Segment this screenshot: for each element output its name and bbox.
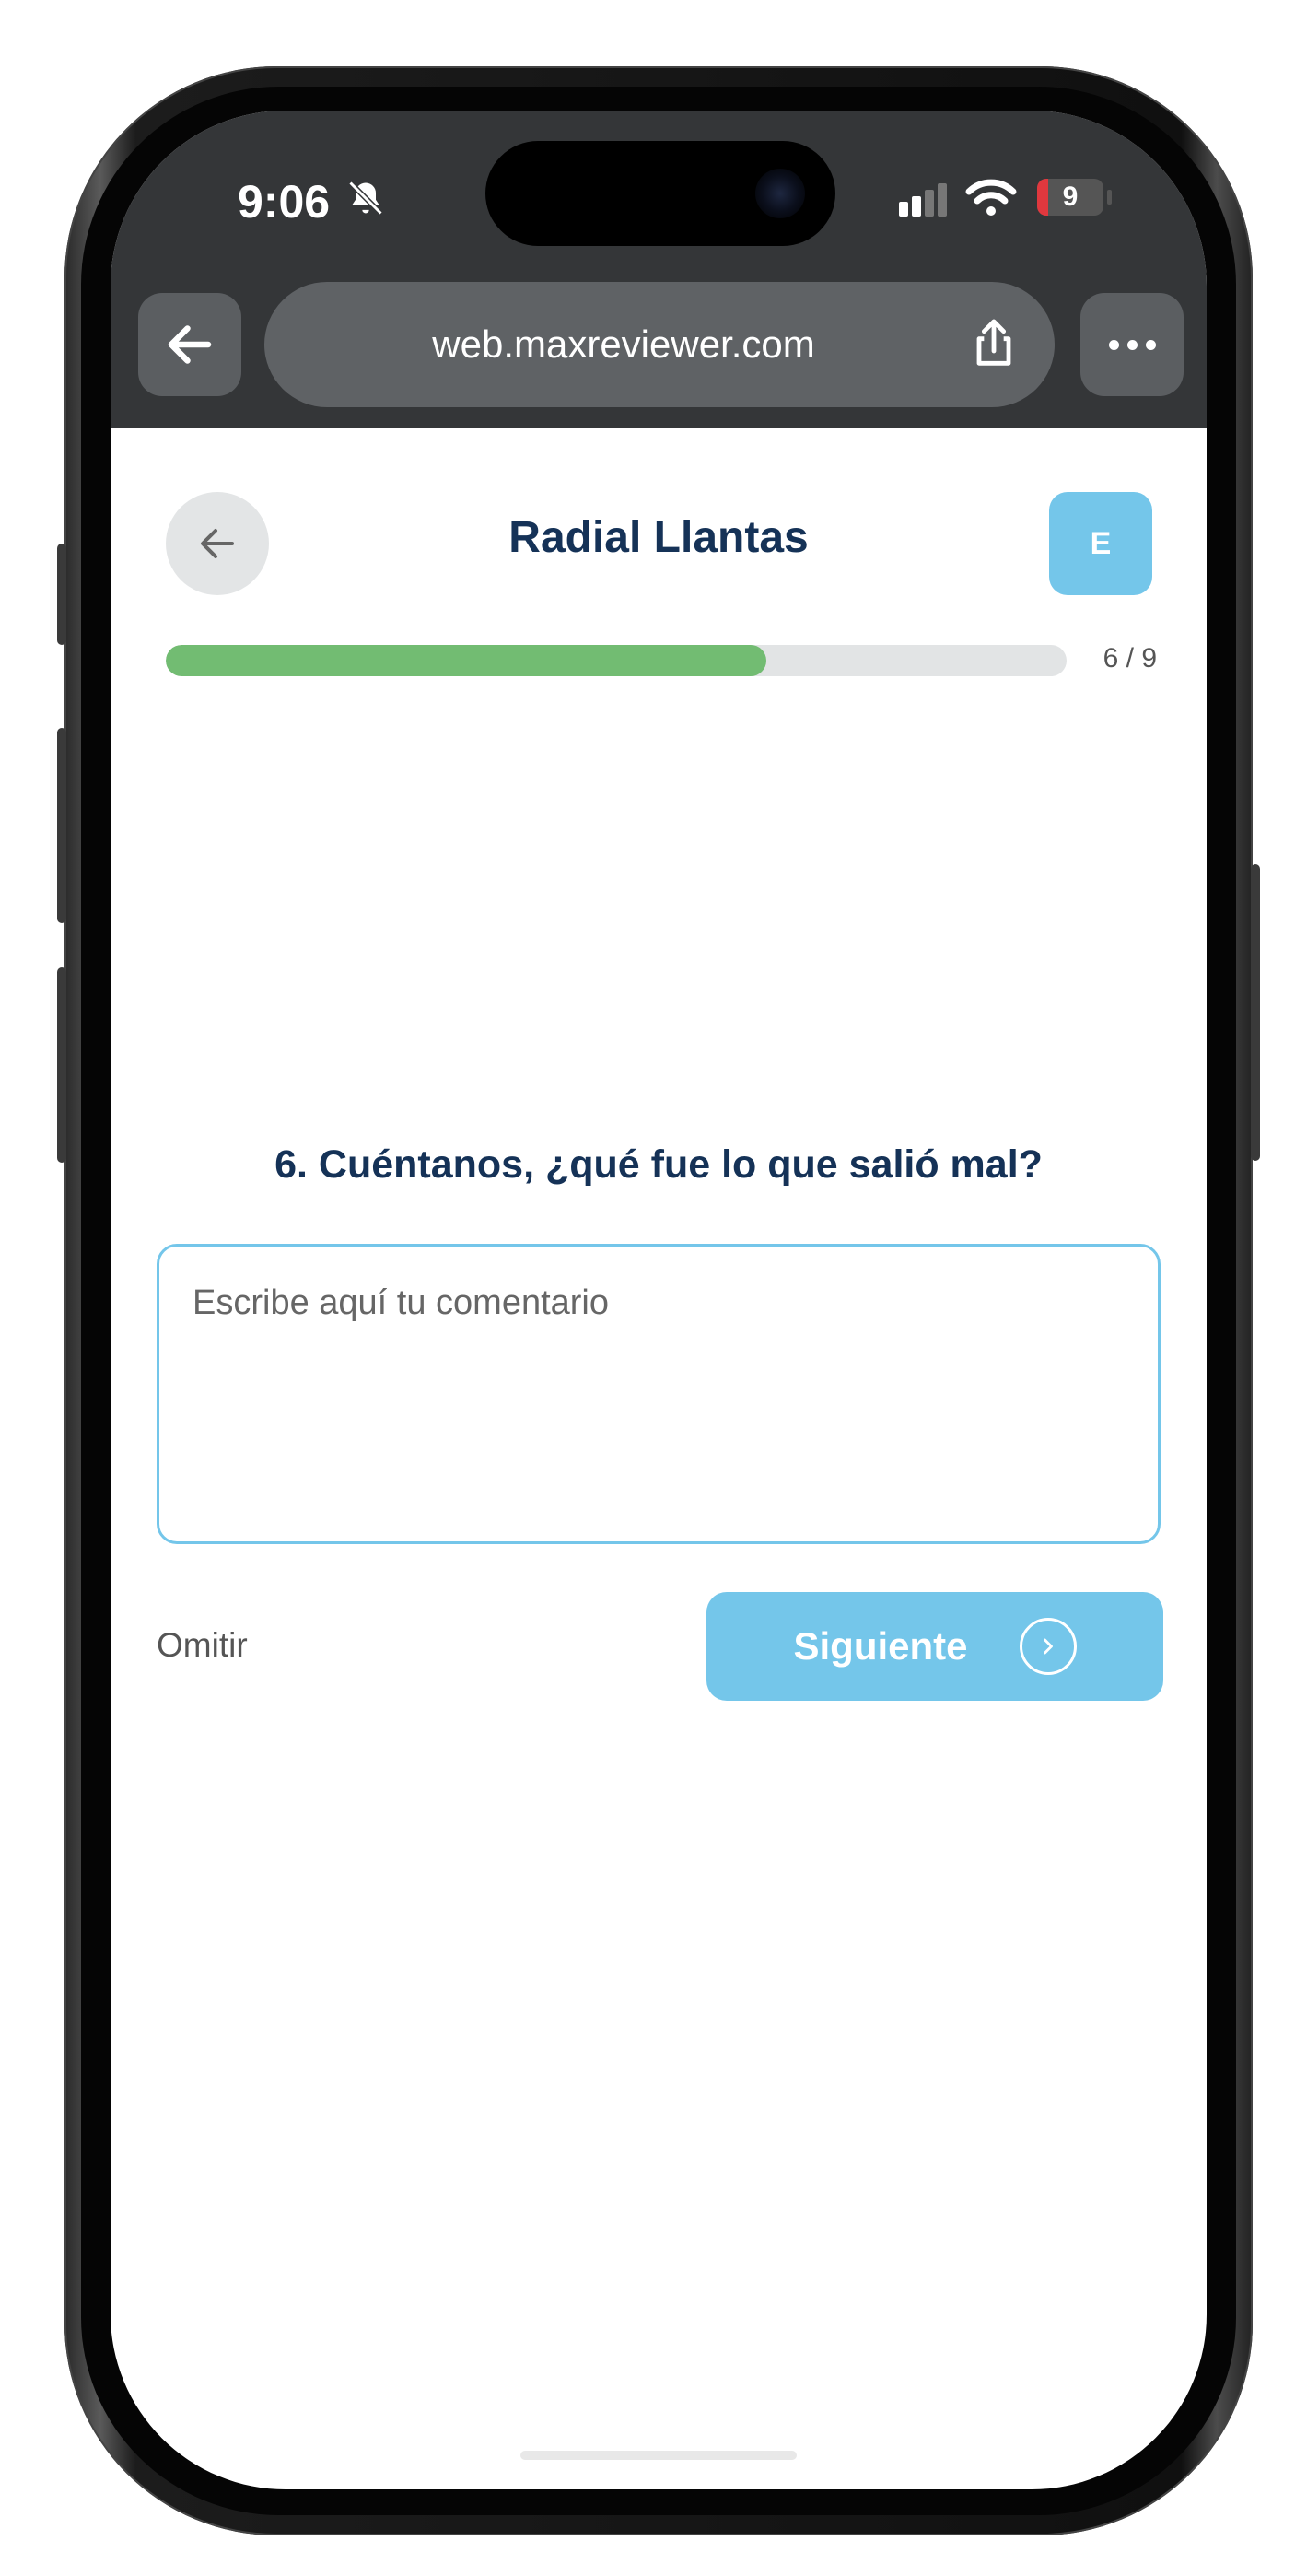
progress-bar xyxy=(166,645,1067,676)
bell-slash-icon xyxy=(345,178,386,223)
browser-back-button[interactable] xyxy=(138,293,241,396)
url-text: web.maxreviewer.com xyxy=(432,322,815,366)
chevron-right-icon xyxy=(1019,1618,1077,1675)
status-time: 9:06 xyxy=(238,176,331,228)
wifi-icon xyxy=(965,177,1017,222)
home-indicator xyxy=(520,2451,797,2460)
more-button[interactable] xyxy=(1080,293,1184,396)
more-icon-dot xyxy=(1145,339,1156,350)
more-icon-dot xyxy=(1126,339,1138,350)
progress-fill xyxy=(166,645,767,676)
battery-icon: 9 xyxy=(1037,179,1103,216)
browser-chrome: 9:06 9 web.maxreviewer.com xyxy=(111,111,1207,428)
camera-icon xyxy=(755,169,805,218)
more-icon xyxy=(1108,339,1119,350)
question-text: 6. Cuéntanos, ¿qué fue lo que salió mal? xyxy=(274,1142,1043,1187)
volume-down-button xyxy=(57,967,66,1163)
next-button-label: Siguiente xyxy=(793,1624,968,1668)
page-back-button[interactable] xyxy=(166,492,269,595)
battery-level: 9 xyxy=(1062,181,1079,212)
next-button[interactable]: Siguiente xyxy=(706,1592,1163,1701)
screen: 9:06 9 web.maxreviewer.com Radial Llanta… xyxy=(111,111,1207,2489)
arrow-left-icon xyxy=(201,529,234,558)
skip-button[interactable]: Omitir xyxy=(157,1626,248,1665)
signal-icon xyxy=(897,181,952,223)
arrow-left-icon xyxy=(168,325,212,364)
battery-tip xyxy=(1107,190,1112,205)
page-title: Radial Llantas xyxy=(508,513,809,562)
address-bar[interactable]: web.maxreviewer.com xyxy=(264,282,1055,407)
power-button xyxy=(1251,864,1260,1161)
avatar[interactable]: E xyxy=(1049,492,1152,595)
progress-label: 6 / 9 xyxy=(1103,643,1157,673)
volume-up-button xyxy=(57,728,66,923)
action-button xyxy=(57,544,66,645)
share-icon[interactable] xyxy=(964,314,1023,378)
comment-field[interactable] xyxy=(157,1244,1161,1544)
